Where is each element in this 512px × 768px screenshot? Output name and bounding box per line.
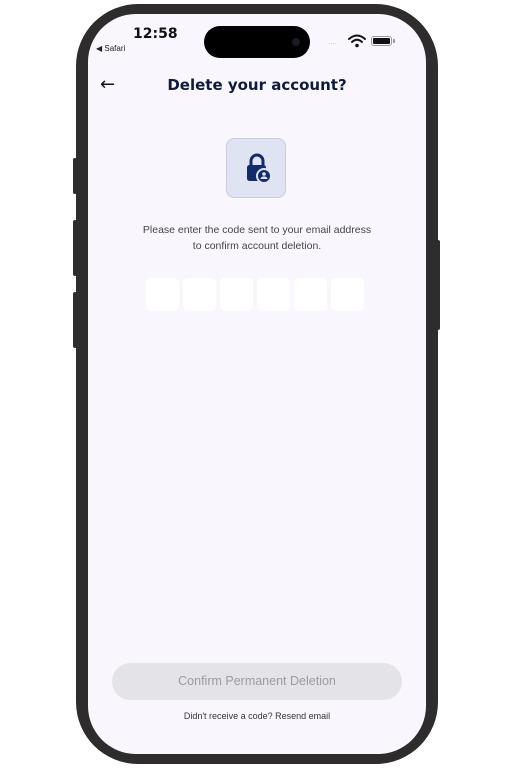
code-digit-1[interactable] <box>146 278 179 311</box>
page-title: Delete your account? <box>167 76 347 94</box>
battery-icon <box>371 36 392 46</box>
status-time: 12:58 <box>133 26 178 42</box>
code-digit-4[interactable] <box>257 278 290 311</box>
cellular-signal-icon: ···· <box>328 40 337 48</box>
power-button <box>436 240 440 330</box>
volume-up-button <box>73 220 77 276</box>
action-button <box>73 158 77 194</box>
resend-email-link[interactable]: Resend email <box>275 711 330 721</box>
lock-icon-tile <box>226 138 286 198</box>
verification-code-input <box>146 278 368 312</box>
battery-tip <box>393 39 395 43</box>
back-to-safari-link[interactable]: ◀ Safari <box>96 44 125 53</box>
dynamic-island <box>204 26 310 58</box>
code-digit-3[interactable] <box>220 278 253 311</box>
instructions-line-2: to confirm account deletion. <box>192 240 322 252</box>
resend-prompt: Didn't receive a code? <box>183 711 273 721</box>
code-digit-6[interactable] <box>331 278 364 311</box>
status-bar: 12:58 ◀ Safari ···· <box>88 14 426 66</box>
instructions-line-1: Please enter the code sent to your email… <box>142 224 372 236</box>
confirm-deletion-button[interactable]: Confirm Permanent Deletion <box>112 663 402 700</box>
resend-row: Didn't receive a code? Resend email <box>88 711 426 721</box>
code-digit-2[interactable] <box>183 278 216 311</box>
lock-icon <box>247 153 272 184</box>
code-digit-5[interactable] <box>294 278 327 311</box>
volume-down-button <box>73 292 77 348</box>
phone-screen: 12:58 ◀ Safari ···· ← Delete your accoun… <box>88 14 426 754</box>
nav-header: ← Delete your account? <box>88 74 426 98</box>
instructions-text: Please enter the code sent to your email… <box>108 222 406 254</box>
camera-icon <box>292 38 300 46</box>
wifi-icon <box>348 34 366 48</box>
